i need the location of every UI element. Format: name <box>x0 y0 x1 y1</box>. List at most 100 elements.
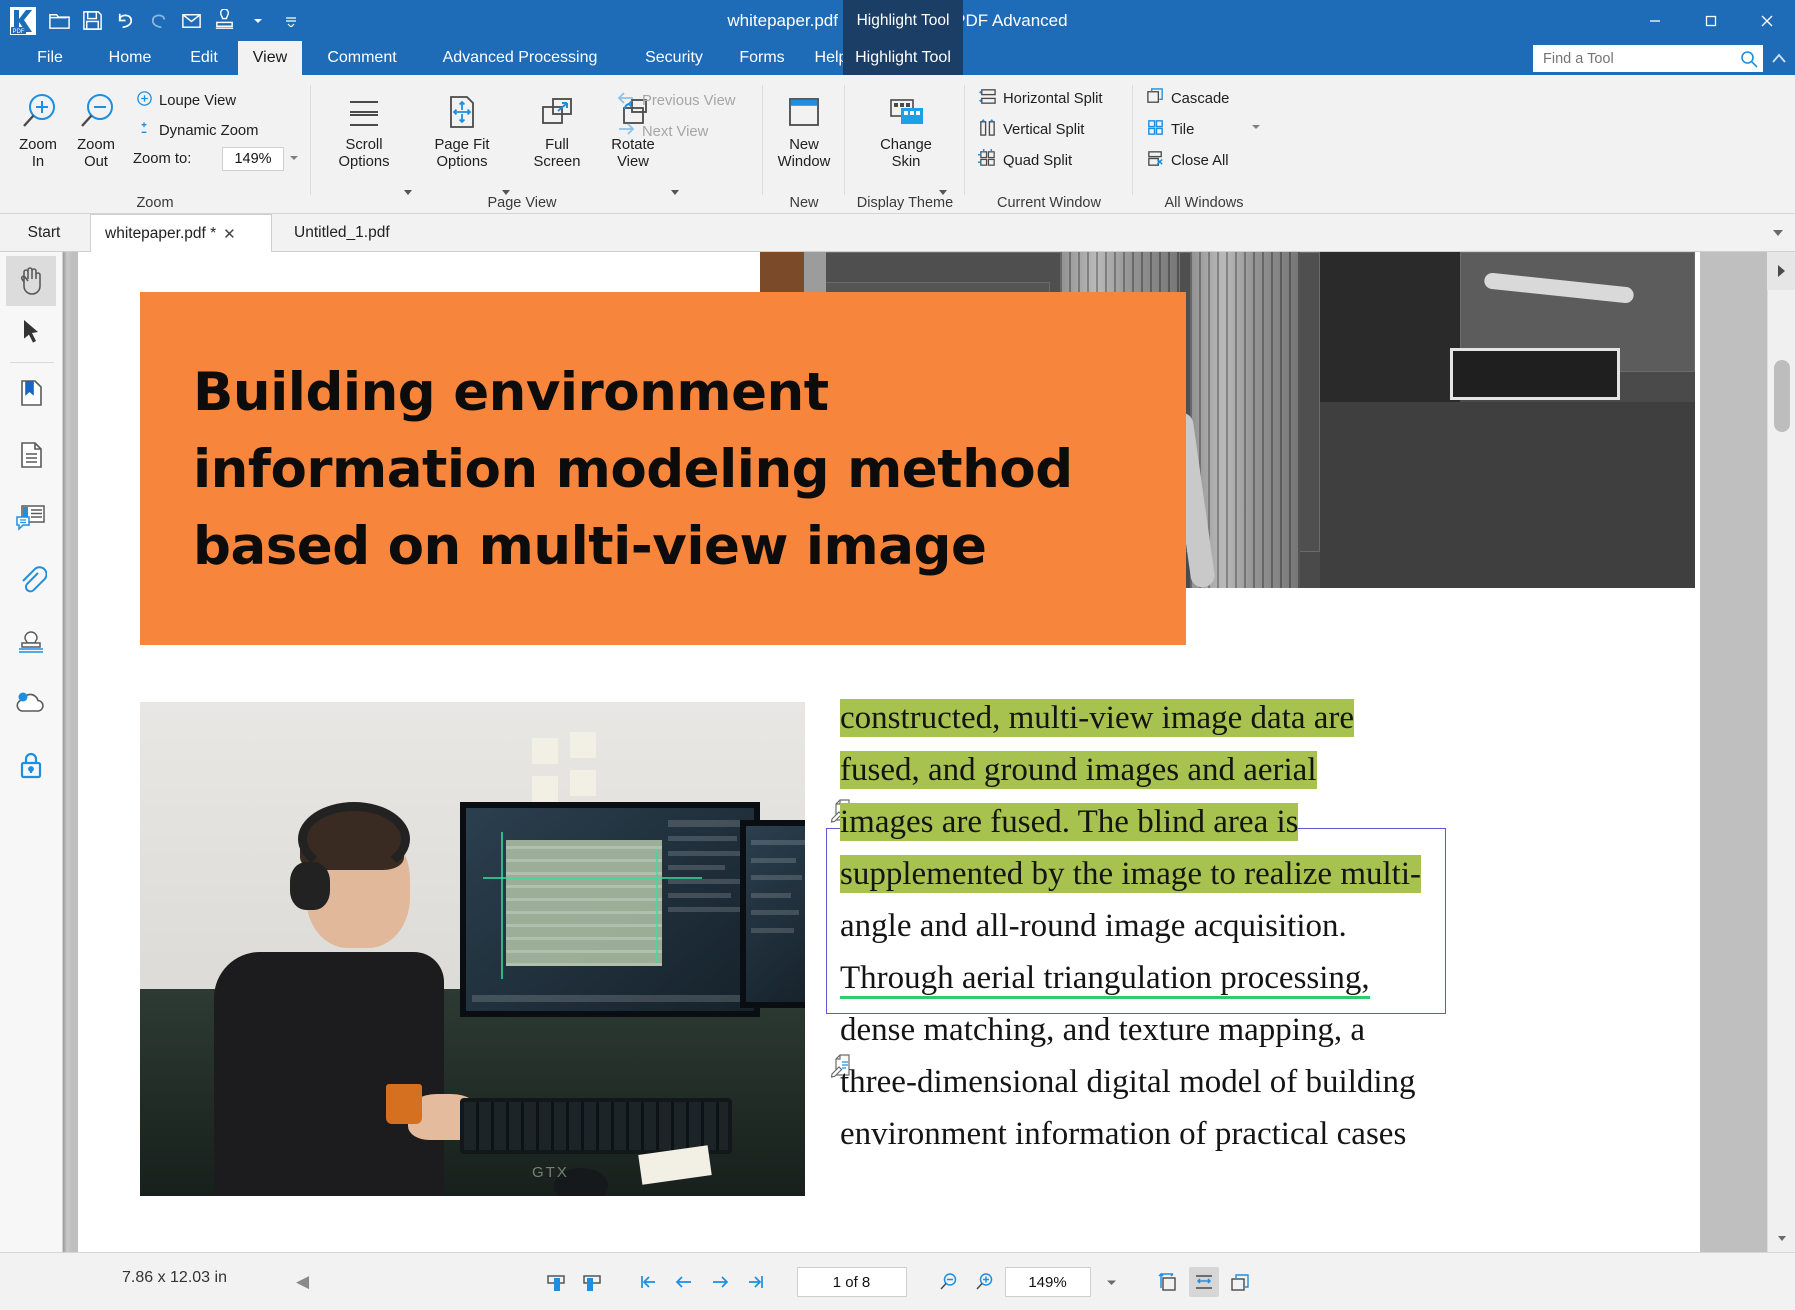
select-tool[interactable] <box>6 308 56 358</box>
fit-visible-button[interactable] <box>1225 1267 1255 1297</box>
next-view-button[interactable]: Next View <box>612 119 712 144</box>
tab-home[interactable]: Home <box>94 41 166 75</box>
find-a-tool-box[interactable] <box>1533 45 1763 72</box>
envelope-icon[interactable] <box>176 5 207 36</box>
bookmarks-panel[interactable] <box>6 370 56 420</box>
next-page[interactable] <box>705 1267 735 1297</box>
ribbon-collapse-icon[interactable] <box>1769 49 1789 69</box>
ribbon-group-all-windows-label: All Windows <box>1134 195 1274 211</box>
open-icon[interactable] <box>44 5 75 36</box>
loupe-view-button[interactable]: Loupe View <box>132 88 240 114</box>
ribbon-group-page-view: Scroll Options Page Fit Options <box>312 75 759 214</box>
save-icon[interactable] <box>77 5 108 36</box>
fit-width-button[interactable] <box>1189 1267 1219 1297</box>
fit-page-button[interactable] <box>1153 1267 1183 1297</box>
page-fit-options-label: Page Fit Options <box>434 137 489 171</box>
close-all-label: Close All <box>1171 153 1229 169</box>
tab-forms[interactable]: Forms <box>726 41 798 75</box>
scroll-down-button[interactable] <box>1768 1224 1795 1252</box>
previous-page[interactable] <box>669 1267 699 1297</box>
zoom-dropdown-icon[interactable] <box>1097 1267 1127 1297</box>
hand-tool[interactable] <box>6 256 56 306</box>
tab-advanced-processing[interactable]: Advanced Processing <box>420 41 620 75</box>
close-button[interactable] <box>1739 0 1795 41</box>
first-page[interactable] <box>633 1267 663 1297</box>
tab-view[interactable]: View <box>238 41 302 75</box>
vertical-split-button[interactable]: Vertical Split <box>974 116 1088 144</box>
zoom-in-button[interactable]: Zoom In <box>8 83 68 171</box>
stamps-panel[interactable] <box>6 618 56 668</box>
body-line-3: images are fused. The blind area is <box>840 796 1640 848</box>
undo-icon[interactable] <box>110 5 141 36</box>
close-icon[interactable]: ✕ <box>223 225 236 243</box>
tab-edit[interactable]: Edit <box>176 41 232 75</box>
body-line-8: three-dimensional digital model of build… <box>840 1056 1640 1108</box>
zoom-level-field[interactable]: 149% <box>1005 1267 1091 1297</box>
body-line-4: supplemented by the image to realize mul… <box>840 848 1640 900</box>
security-panel[interactable] <box>6 742 56 792</box>
zoom-out-button[interactable]: Zoom Out <box>66 83 126 171</box>
horizontal-split-button[interactable]: Horizontal Split <box>974 85 1107 113</box>
tab-file[interactable]: File <box>22 41 78 75</box>
vertical-scrollbar[interactable] <box>1767 252 1795 1252</box>
search-input[interactable] <box>1541 50 1739 68</box>
tab-comment[interactable]: Comment <box>308 41 416 75</box>
quick-access-customize-icon[interactable] <box>275 5 306 36</box>
quick-access-caret-icon[interactable] <box>242 5 273 36</box>
maximize-button[interactable] <box>1683 0 1739 41</box>
previous-view-button[interactable]: Previous View <box>612 88 740 113</box>
collapse-panel-button[interactable] <box>1767 252 1795 290</box>
scroll-options-button[interactable]: Scroll Options <box>322 83 406 171</box>
quad-split-button[interactable]: Quad Split <box>974 147 1076 175</box>
show-hide-left-panel[interactable] <box>541 1267 571 1297</box>
application-window: PDF <box>0 0 1795 1310</box>
cascade-button[interactable]: Cascade <box>1142 85 1233 113</box>
zoom-in-small[interactable] <box>969 1267 999 1297</box>
tab-security[interactable]: Security <box>626 41 722 75</box>
comments-icon <box>14 501 48 538</box>
zoom-out-label: Zoom Out <box>77 137 115 171</box>
zoom-out-small[interactable] <box>933 1267 963 1297</box>
cloud-panel[interactable] <box>6 680 56 730</box>
pages-panel[interactable] <box>6 432 56 482</box>
change-skin-button[interactable]: Change Skin <box>868 83 944 171</box>
arrow-left-icon <box>616 90 636 111</box>
tile-button[interactable]: Tile <box>1142 116 1198 144</box>
page-number-field[interactable]: 1 of 8 <box>797 1267 907 1297</box>
stamp-panel-icon <box>14 626 48 661</box>
tile-icon <box>1146 118 1165 142</box>
doc-tab-untitled[interactable]: Untitled_1.pdf <box>280 214 440 252</box>
lock-icon <box>16 749 46 786</box>
last-page[interactable] <box>741 1267 771 1297</box>
comments-panel[interactable] <box>6 494 56 544</box>
zoom-to-value[interactable]: 149% <box>222 147 284 171</box>
tab-highlight-tool[interactable]: Highlight Tool <box>843 41 963 75</box>
doc-tab-whitepaper[interactable]: whitepaper.pdf * ✕ <box>90 214 272 253</box>
doc-tab-scroll-icon[interactable] <box>1769 224 1787 242</box>
ribbon-separator <box>762 85 763 195</box>
search-icon <box>1739 49 1759 69</box>
stamp-icon[interactable] <box>209 5 240 36</box>
doc-tab-start[interactable]: Start <box>0 214 88 252</box>
status-bar: 7.86 x 12.03 in ◀ <box>0 1252 1795 1310</box>
page-fit-options-button[interactable]: Page Fit Options <box>420 83 504 171</box>
minimize-button[interactable] <box>1627 0 1683 41</box>
scrollbar-thumb[interactable] <box>1774 360 1790 432</box>
body-line-5: angle and all-round image acquisition. <box>840 900 1640 952</box>
full-screen-button[interactable]: Full Screen <box>518 83 596 171</box>
cascade-icon <box>1146 87 1165 111</box>
pdf-page: Building environment information modelin… <box>78 252 1700 1252</box>
document-viewport[interactable]: Building environment information modelin… <box>73 252 1767 1252</box>
attachments-panel[interactable] <box>6 556 56 606</box>
doc-tab-untitled-label: Untitled_1.pdf <box>294 224 390 242</box>
new-window-icon <box>781 87 827 137</box>
show-hide-right-panel[interactable] <box>577 1267 607 1297</box>
new-window-button[interactable]: New Window <box>767 83 841 171</box>
ribbon-group-new: New Window New <box>764 75 844 214</box>
redo-icon[interactable] <box>143 5 174 36</box>
dynamic-zoom-button[interactable]: Dynamic Zoom <box>132 118 263 144</box>
highlight-tool-context-tab[interactable]: Highlight Tool <box>843 0 963 41</box>
close-all-button[interactable]: Close All <box>1142 147 1233 175</box>
tile-dropdown-icon[interactable] <box>1252 125 1260 129</box>
zoom-to-dropdown-icon[interactable] <box>290 156 298 160</box>
